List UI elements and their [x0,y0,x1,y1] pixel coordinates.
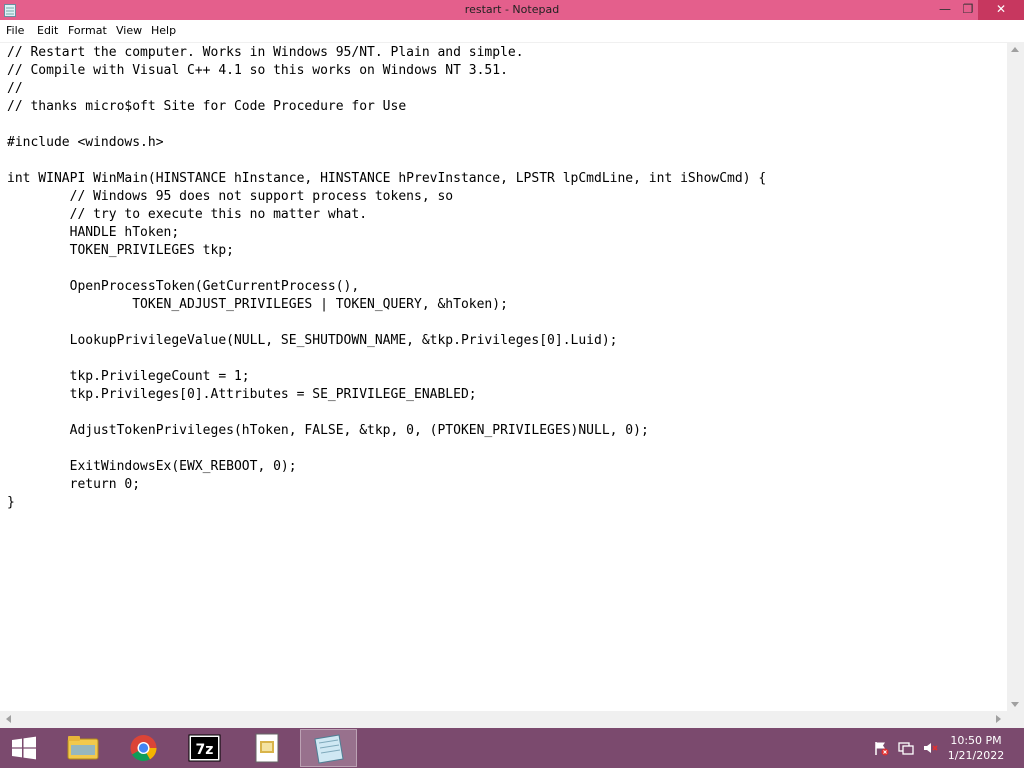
code-text: // Restart the computer. Works in Window… [0,43,1007,512]
chrome-icon [130,735,157,762]
code-line: // thanks micro$oft Site for Code Proced… [7,99,407,114]
code-line: // Compile with Visual C++ 4.1 so this w… [7,63,508,78]
menu-view[interactable]: View [116,24,142,37]
menu-format[interactable]: Format [68,24,107,37]
action-center-flag-icon[interactable] [873,740,889,756]
window-title: restart - Notepad [464,3,560,16]
code-line: #include <windows.h> [7,135,164,150]
title-bar[interactable]: restart - Notepad — ❐ ✕ [0,0,1024,20]
scrollbar-corner [1007,711,1024,728]
code-line: } [7,495,15,510]
code-line: OpenProcessToken(GetCurrentProcess(), [7,279,360,294]
code-line: tkp.PrivilegeCount = 1; [7,369,250,384]
code-line: // Restart the computer. Works in Window… [7,45,524,60]
code-line: int WINAPI WinMain(HINSTANCE hInstance, … [7,171,767,186]
code-line: ExitWindowsEx(EWX_REBOOT, 0); [7,459,297,474]
taskbar: 7z 10:50 PM 1/21/2022 [0,728,1024,768]
vertical-scrollbar[interactable] [1007,43,1024,711]
notepad-icon [314,734,344,764]
menu-bar: File Edit Format View Help [0,20,1024,43]
code-line: TOKEN_PRIVILEGES tkp; [7,243,234,258]
code-line: tkp.Privileges[0].Attributes = SE_PRIVIL… [7,387,477,402]
taskbar-document-app[interactable] [238,729,295,767]
horizontal-scrollbar[interactable] [0,711,1007,728]
text-editor[interactable]: // Restart the computer. Works in Window… [0,43,1007,711]
maximize-button[interactable]: ❐ [958,0,978,20]
clock-date: 1/21/2022 [947,749,1005,762]
scroll-up-arrow-icon[interactable] [1011,47,1019,52]
scroll-down-arrow-icon[interactable] [1011,702,1019,707]
scroll-right-arrow-icon[interactable] [996,715,1001,723]
svg-text:7z: 7z [196,742,214,758]
taskbar-7zip[interactable]: 7z [176,729,233,767]
code-line: return 0; [7,477,141,492]
menu-edit[interactable]: Edit [37,24,58,37]
clock-time: 10:50 PM [950,734,1002,747]
code-line: // Windows 95 does not support process t… [7,189,454,204]
minimize-button[interactable]: — [932,0,958,20]
system-clock[interactable]: 10:50 PM 1/21/2022 [946,733,1006,763]
menu-file[interactable]: File [6,24,24,37]
windows-start-icon[interactable] [0,728,48,768]
scroll-left-arrow-icon[interactable] [6,715,11,723]
volume-muted-icon[interactable] [922,740,938,756]
document-app-icon [255,733,279,763]
taskbar-file-explorer[interactable] [55,729,112,767]
taskbar-notepad[interactable] [300,729,357,767]
network-icon[interactable] [898,740,914,756]
taskbar-chrome[interactable] [115,729,172,767]
code-line: AdjustTokenPrivileges(hToken, FALSE, &tk… [7,423,649,438]
menu-help[interactable]: Help [151,24,176,37]
code-line: // [7,81,23,96]
code-line: // try to execute this no matter what. [7,207,368,222]
7zip-icon: 7z [188,734,221,762]
code-line: HANDLE hToken; [7,225,180,240]
code-line: LookupPrivilegeValue(NULL, SE_SHUTDOWN_N… [7,333,618,348]
code-line: TOKEN_ADJUST_PRIVILEGES | TOKEN_QUERY, &… [7,297,508,312]
close-button[interactable]: ✕ [978,0,1024,20]
file-explorer-icon [67,736,99,760]
